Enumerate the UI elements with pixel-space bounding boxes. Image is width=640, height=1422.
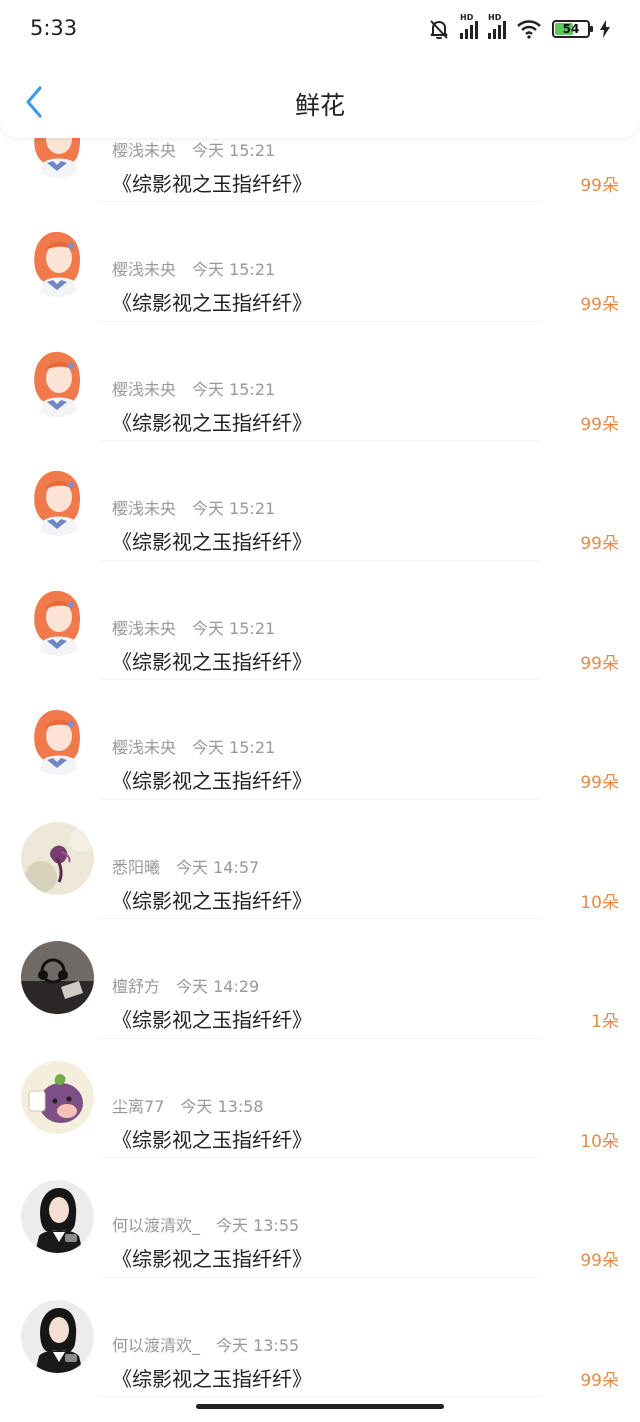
flower-record-row[interactable]: 樱浅未央 今天 15:21 《综影视之玉指纤纤》 99朵 bbox=[0, 202, 640, 322]
user-name: 何以渡清欢_ bbox=[112, 1335, 201, 1355]
user-name: 尘离77 bbox=[112, 1096, 165, 1116]
row-time: 今天 13:55 bbox=[216, 1335, 300, 1355]
row-time: 今天 14:29 bbox=[176, 977, 260, 996]
flower-record-row[interactable]: 何以渡清欢_ 今天 13:55 《综影视之玉指纤纤》 99朵 bbox=[0, 1278, 640, 1397]
row-meta: 樱浅未央 今天 15:21 bbox=[112, 376, 275, 400]
status-time: 5:33 bbox=[30, 16, 78, 40]
avatar[interactable] bbox=[21, 1299, 94, 1373]
book-title: 《综影视之玉指纤纤》 bbox=[112, 769, 312, 793]
flower-count: 99朵 bbox=[580, 414, 619, 435]
avatar[interactable] bbox=[21, 582, 94, 656]
row-divider bbox=[100, 1396, 540, 1397]
flower-record-row[interactable]: 尘离77 今天 13:58 《综影视之玉指纤纤》 10朵 bbox=[0, 1039, 640, 1158]
book-title: 《综影视之玉指纤纤》 bbox=[112, 1366, 312, 1391]
flower-count: 99朵 bbox=[580, 175, 619, 196]
row-meta: 樱浅未央 今天 15:21 bbox=[112, 615, 275, 639]
avatar[interactable] bbox=[21, 224, 94, 297]
row-time: 今天 15:21 bbox=[192, 738, 276, 757]
row-time: 今天 15:21 bbox=[192, 618, 276, 638]
row-meta: 何以渡清欢_ 今天 13:55 bbox=[112, 1212, 299, 1236]
flower-record-row[interactable]: 何以渡清欢_ 今天 13:55 《综影视之玉指纤纤》 99朵 bbox=[0, 1158, 640, 1278]
wifi-icon bbox=[517, 20, 541, 39]
battery-icon: 54 bbox=[552, 20, 593, 38]
page-title: 鲜花 bbox=[294, 91, 345, 120]
flower-record-row[interactable]: 樱浅未央 今天 15:21 《综影视之玉指纤纤》 99朵 bbox=[0, 441, 640, 561]
row-meta: 尘离77 今天 13:58 bbox=[112, 1093, 264, 1117]
book-title: 《综影视之玉指纤纤》 bbox=[112, 1127, 312, 1152]
user-name: 檀舒方 bbox=[112, 977, 161, 996]
row-time: 今天 13:55 bbox=[216, 1216, 300, 1235]
bell-muted-icon bbox=[430, 20, 448, 40]
book-title: 《综影视之玉指纤纤》 bbox=[112, 171, 312, 196]
flower-count: 99朵 bbox=[580, 653, 619, 674]
flower-count: 10朵 bbox=[580, 892, 619, 913]
flower-count: 99朵 bbox=[580, 773, 619, 793]
row-meta: 檀舒方 今天 14:29 bbox=[112, 973, 259, 997]
row-time: 今天 15:21 bbox=[192, 260, 276, 279]
row-meta: 何以渡清欢_ 今天 13:55 bbox=[112, 1332, 299, 1356]
row-time: 今天 15:21 bbox=[192, 140, 276, 160]
row-time: 今天 13:58 bbox=[180, 1096, 264, 1116]
status-bar: 5:33 HD HD 54 bbox=[0, 0, 640, 60]
row-time: 今天 15:21 bbox=[192, 379, 276, 399]
book-title: 《综影视之玉指纤纤》 bbox=[112, 530, 312, 554]
flower-record-row[interactable]: 樱浅未央 今天 15:21 《综影视之玉指纤纤》 99朵 bbox=[0, 322, 640, 441]
book-title: 《综影视之玉指纤纤》 bbox=[112, 649, 312, 674]
avatar[interactable] bbox=[21, 1180, 94, 1253]
user-name: 何以渡清欢_ bbox=[112, 1216, 201, 1235]
user-name: 樱浅未央 bbox=[112, 379, 177, 399]
flower-count: 1朵 bbox=[591, 1012, 619, 1032]
user-name: 樱浅未央 bbox=[112, 140, 177, 160]
book-title: 《综影视之玉指纤纤》 bbox=[112, 410, 312, 435]
user-name: 樱浅未央 bbox=[112, 499, 177, 518]
flower-record-row[interactable]: 悉阳曦 今天 14:57 《综影视之玉指纤纤》 10朵 bbox=[0, 800, 640, 919]
user-name: 悉阳曦 bbox=[112, 857, 161, 877]
row-meta: 樱浅未央 今天 15:21 bbox=[112, 256, 275, 280]
row-meta: 樱浅未央 今天 15:21 bbox=[112, 495, 275, 519]
signal-1-icon: HD bbox=[460, 13, 478, 39]
avatar[interactable] bbox=[21, 821, 94, 895]
flower-count: 99朵 bbox=[580, 534, 619, 554]
avatar[interactable] bbox=[21, 463, 94, 536]
home-indicator[interactable] bbox=[196, 1404, 444, 1409]
avatar[interactable] bbox=[21, 941, 94, 1014]
user-name: 樱浅未央 bbox=[112, 618, 177, 638]
avatar[interactable] bbox=[21, 1060, 94, 1134]
flower-count: 10朵 bbox=[580, 1131, 619, 1152]
row-time: 今天 14:57 bbox=[176, 857, 260, 877]
signal-2-icon: HD bbox=[488, 13, 506, 39]
flower-record-row[interactable]: 檀舒方 今天 14:29 《综影视之玉指纤纤》 1朵 bbox=[0, 919, 640, 1039]
book-title: 《综影视之玉指纤纤》 bbox=[112, 1008, 312, 1032]
avatar[interactable] bbox=[21, 702, 94, 775]
row-meta: 悉阳曦 今天 14:57 bbox=[112, 854, 259, 878]
charging-icon bbox=[600, 20, 610, 38]
user-name: 樱浅未央 bbox=[112, 260, 177, 279]
flower-count: 99朵 bbox=[580, 1251, 619, 1271]
row-meta: 樱浅未央 今天 15:21 bbox=[112, 734, 275, 758]
avatar[interactable] bbox=[21, 343, 94, 417]
book-title: 《综影视之玉指纤纤》 bbox=[112, 1247, 312, 1271]
user-name: 樱浅未央 bbox=[112, 738, 177, 757]
flower-count: 99朵 bbox=[580, 1370, 619, 1391]
flower-count: 99朵 bbox=[580, 295, 619, 315]
status-icons: HD HD 54 bbox=[428, 13, 610, 40]
flower-record-row[interactable]: 樱浅未央 今天 15:21 《综影视之玉指纤纤》 99朵 bbox=[0, 561, 640, 680]
row-time: 今天 15:21 bbox=[192, 499, 276, 518]
book-title: 《综影视之玉指纤纤》 bbox=[112, 888, 312, 913]
row-meta: 樱浅未央 今天 15:21 bbox=[112, 137, 275, 161]
nav-header: 鲜花 bbox=[0, 60, 640, 138]
book-title: 《综影视之玉指纤纤》 bbox=[112, 291, 312, 315]
flower-record-row[interactable]: 樱浅未央 今天 15:21 《综影视之玉指纤纤》 99朵 bbox=[0, 680, 640, 800]
